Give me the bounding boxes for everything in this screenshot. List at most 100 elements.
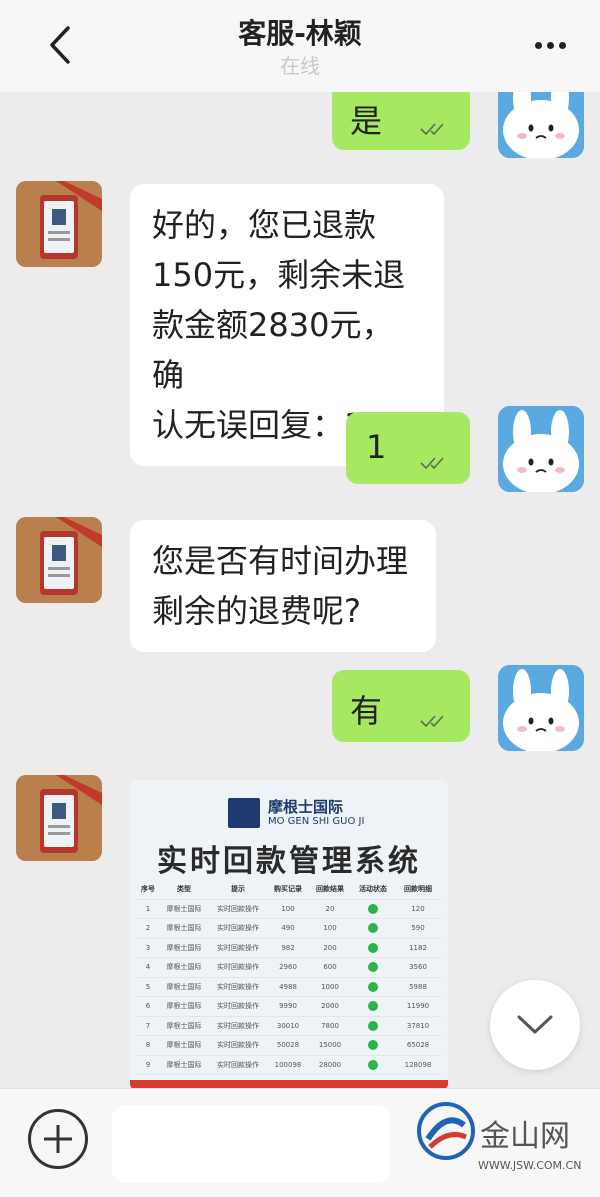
table-cell: 37810 — [406, 1021, 430, 1030]
status-check-icon — [352, 903, 394, 914]
table-cell: 65028 — [406, 1041, 430, 1050]
table-cell: 2000 — [321, 1002, 339, 1011]
user-avatar[interactable] — [498, 406, 584, 492]
id-badge-avatar-icon — [16, 517, 102, 603]
table-cell: 100 — [323, 924, 337, 933]
table-cell: 4 — [145, 963, 151, 972]
table-cell: 1 — [145, 904, 151, 913]
table-row: 8 摩根士国际 实时回款操作 50028 15000 65028 — [136, 1036, 442, 1056]
image-message[interactable]: 摩根士国际 MO GEN SHI GUO JI 实时回款管理系统 序号 类型 提… — [130, 780, 448, 1088]
add-button[interactable] — [28, 1109, 88, 1169]
status-check-icon — [352, 962, 394, 973]
table-cell: 7800 — [321, 1021, 339, 1030]
table-cell: 2 — [145, 924, 151, 933]
double-check-icon — [420, 457, 444, 470]
table-cell: 8 — [145, 1041, 151, 1050]
table-cell: 100 — [281, 904, 295, 913]
more-button[interactable] — [530, 30, 570, 60]
bunny-avatar-icon — [498, 406, 584, 492]
agent-avatar[interactable] — [16, 775, 102, 861]
column-header: 提示 — [231, 885, 245, 894]
message-text: 有 — [350, 692, 383, 730]
image-title: 实时回款管理系统 — [157, 844, 421, 879]
chevron-down-icon — [517, 1015, 553, 1034]
check-circle-icon — [368, 1020, 378, 1031]
message-line: 款金额2830元，确 — [152, 306, 394, 394]
table-cell: 实时回款操作 — [217, 904, 259, 913]
table-cell: 5988 — [409, 982, 427, 991]
check-circle-icon — [368, 1040, 378, 1051]
bunny-avatar-icon — [498, 92, 584, 158]
agent-avatar[interactable] — [16, 181, 102, 267]
table-row: 9 摩根士国际 实时回款操作 100098 28000 128098 — [136, 1056, 442, 1075]
table-cell: 3560 — [409, 963, 427, 972]
scroll-to-bottom-button[interactable] — [490, 980, 580, 1070]
table-cell: 1000 — [321, 982, 339, 991]
check-circle-icon — [368, 923, 378, 934]
table-cell: 28000 — [318, 1060, 342, 1069]
table-cell: 实时回款操作 — [217, 982, 259, 991]
table-row: 6 摩根士国际 实时回款操作 9990 2000 11990 — [136, 997, 442, 1017]
table-cell: 实时回款操作 — [217, 1060, 259, 1069]
table-row: 2 摩根士国际 实时回款操作 490 100 590 — [136, 919, 442, 939]
outgoing-message[interactable]: 1 — [346, 412, 470, 484]
more-dot — [546, 41, 554, 49]
table-cell: 实时回款操作 — [217, 1021, 259, 1030]
table-cell: 7 — [145, 1021, 151, 1030]
check-circle-icon — [368, 942, 378, 953]
double-check-icon — [420, 715, 444, 728]
table-cell: 摩根士国际 — [166, 982, 202, 991]
table-row: 4 摩根士国际 实时回款操作 2960 600 3560 — [136, 958, 442, 978]
status-check-icon — [352, 942, 394, 953]
table-cell: 摩根士国际 — [166, 1021, 202, 1030]
table-cell: 摩根士国际 — [166, 924, 202, 933]
check-circle-icon — [368, 962, 378, 973]
check-circle-icon — [368, 1059, 378, 1070]
more-dots-icon — [534, 41, 542, 49]
table-cell: 30010 — [276, 1021, 300, 1030]
outgoing-message[interactable]: 有 — [332, 670, 470, 742]
double-check-icon — [420, 123, 444, 136]
message-input[interactable] — [112, 1105, 390, 1183]
status-check-icon — [352, 1040, 394, 1051]
chat-header: 客服-林颖 在线 — [0, 0, 600, 92]
incoming-message[interactable]: 您是否有时间办理 剩余的退费呢? — [130, 520, 436, 652]
table-cell: 128098 — [404, 1060, 432, 1069]
table-cell: 490 — [281, 924, 295, 933]
user-avatar[interactable] — [498, 92, 584, 158]
watermark-logo-icon — [417, 1102, 475, 1160]
watermark-url: WWW.JSW.COM.CN — [478, 1159, 582, 1172]
table-cell: 6 — [145, 1002, 151, 1011]
plus-icon — [44, 1125, 72, 1153]
table-cell: 100098 — [274, 1060, 302, 1069]
id-badge-avatar-icon — [16, 181, 102, 267]
message-list[interactable]: 是 好的，您已退款 150元，剩余未退 款金额2830元，确 认无误回复：1 1… — [0, 92, 600, 1088]
contact-name: 客服-林颖 — [238, 17, 362, 50]
table-cell: 3 — [145, 943, 151, 952]
refund-table: 序号 类型 提示 购买记录 回款结果 活动状态 回款明细 1 摩根士国际 实时回款操… — [136, 880, 442, 1075]
message-line: 您是否有时间办理 — [152, 542, 409, 580]
table-cell: 摩根士国际 — [166, 1060, 202, 1069]
table-cell: 实时回款操作 — [217, 1041, 259, 1050]
table-body: 1 摩根士国际 实时回款操作 100 20 120 2 摩根士国际 实时回款操作 490 100 59… — [136, 900, 442, 1075]
column-header: 购买记录 — [274, 885, 302, 894]
brand-name-en: MO GEN SHI GUO JI — [268, 816, 365, 827]
table-cell: 实时回款操作 — [217, 943, 259, 952]
user-avatar[interactable] — [498, 665, 584, 751]
check-circle-icon — [368, 903, 378, 914]
table-row: 3 摩根士国际 实时回款操作 982 200 1182 — [136, 939, 442, 958]
status-check-icon — [352, 981, 394, 992]
table-cell: 摩根士国际 — [166, 1041, 202, 1050]
input-bar: 金山网 WWW.JSW.COM.CN — [0, 1088, 600, 1197]
agent-avatar[interactable] — [16, 517, 102, 603]
message-text: 是 — [350, 102, 383, 140]
table-cell: 2960 — [279, 963, 297, 972]
bunny-avatar-icon — [498, 665, 584, 751]
table-row: 7 摩根士国际 实时回款操作 30010 7800 37810 — [136, 1017, 442, 1036]
outgoing-message[interactable]: 是 — [332, 92, 470, 150]
column-header: 回款结果 — [316, 885, 344, 894]
status-check-icon — [352, 1020, 394, 1031]
table-row: 1 摩根士国际 实时回款操作 100 20 120 — [136, 900, 442, 919]
brand-logo — [228, 798, 260, 828]
column-header: 活动状态 — [359, 885, 387, 894]
